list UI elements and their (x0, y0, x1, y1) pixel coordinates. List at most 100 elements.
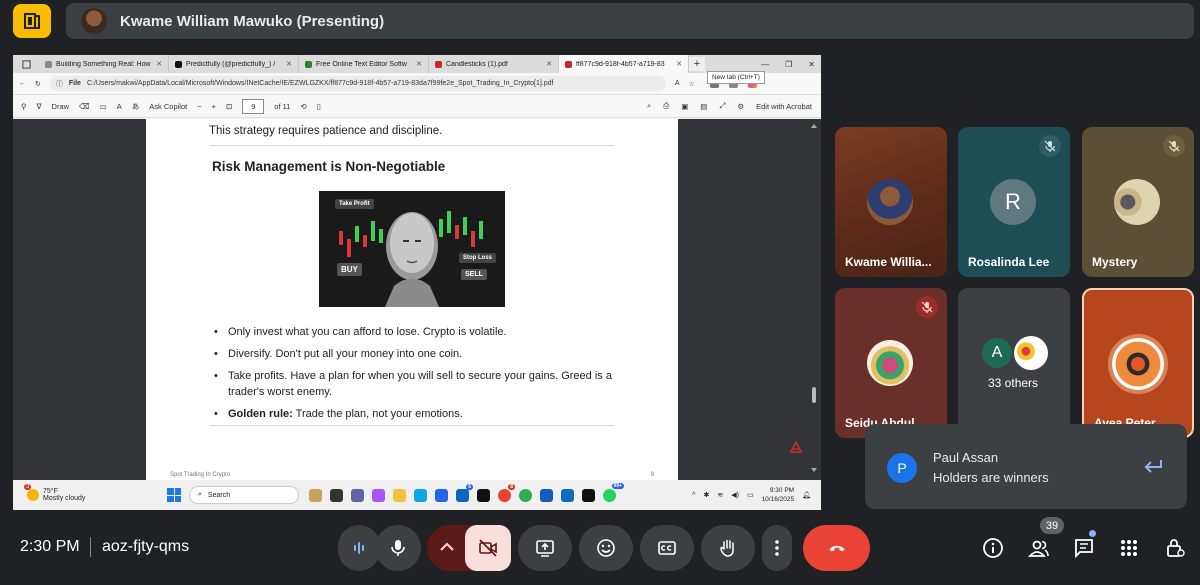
participant-tile[interactable]: Seidu Abdul... (835, 288, 947, 438)
meeting-info-icon[interactable] (978, 533, 1008, 563)
chrome-icon[interactable]: 8 (498, 483, 515, 502)
meet-logo-icon[interactable] (13, 4, 51, 38)
zoom-in-button[interactable]: + (212, 102, 216, 111)
microphone-button[interactable] (375, 525, 421, 571)
app-icon[interactable] (309, 488, 322, 502)
copilot-icon[interactable] (372, 488, 385, 502)
view-icon[interactable]: ▭ (100, 102, 107, 111)
close-tab-icon[interactable]: ✕ (676, 60, 682, 68)
divider (90, 537, 91, 557)
back-icon[interactable]: ← (19, 80, 26, 87)
expand-icon[interactable]: ⤢ (719, 101, 725, 111)
fit-page-icon[interactable]: ⊡ (226, 102, 232, 111)
windows-start-icon[interactable] (167, 488, 181, 502)
acrobat-icon[interactable] (789, 440, 803, 454)
file-explorer-icon[interactable] (393, 488, 406, 502)
participant-tile[interactable]: Mystery (1082, 127, 1194, 277)
chat-unread-dot (1089, 530, 1096, 537)
camera-options-chevron-icon[interactable] (437, 537, 457, 557)
activities-icon[interactable] (1114, 533, 1144, 563)
draw-icon[interactable]: ∇ (37, 102, 42, 111)
address-field[interactable]: ⓘ File C:/Users/makwi/AppData/Local/Micr… (49, 76, 666, 91)
volume-icon[interactable]: ◀) (731, 491, 739, 499)
present-screen-button[interactable] (518, 525, 572, 571)
tab-actions-icon[interactable] (13, 55, 39, 73)
taskbar-clock[interactable]: 9:30 PM 10/16/2025 (762, 486, 795, 504)
maximize-icon[interactable]: ❐ (785, 60, 792, 69)
participant-tile[interactable]: Kwame Willia... (835, 127, 947, 277)
favorite-star-icon[interactable]: ☆ (689, 80, 695, 88)
close-tab-icon[interactable]: ✕ (546, 60, 552, 68)
pdf-viewer[interactable]: This strategy requires patience and disc… (13, 119, 821, 480)
tray-chevron-icon[interactable]: ^ (692, 492, 695, 499)
participant-avatar: R (990, 179, 1036, 225)
participant-tile-speaking[interactable]: Ayea Peter (1082, 288, 1194, 438)
host-controls-lock-icon[interactable] (1160, 533, 1190, 563)
browser-tab-active[interactable]: ff877c9d-918f-4b57-a719-83 ✕ (559, 55, 689, 73)
chat-icon[interactable] (1069, 533, 1099, 563)
reply-icon[interactable] (1142, 458, 1166, 476)
reload-icon[interactable]: ↻ (35, 80, 41, 88)
edge-icon[interactable] (414, 488, 427, 502)
print-icon[interactable]: ⎙ (663, 101, 669, 111)
zoom-out-button[interactable]: − (197, 102, 201, 111)
more-options-button[interactable] (762, 525, 792, 571)
task-view-icon[interactable] (330, 488, 343, 502)
browser-tab[interactable]: Building Something Real: How ✕ (39, 55, 169, 73)
save-as-icon[interactable]: ▤ (700, 102, 707, 111)
scrollbar[interactable] (810, 123, 818, 473)
meeting-code[interactable]: aoz-fjty-qms (102, 538, 189, 556)
close-tab-icon[interactable]: ✕ (156, 60, 162, 68)
notifications-bell-icon[interactable]: 🔔︎ (802, 491, 811, 499)
rotate-icon[interactable]: ⟲ (300, 102, 306, 111)
filter-icon[interactable]: ⚲ (21, 102, 27, 111)
app-icon[interactable] (351, 488, 364, 502)
leave-call-button[interactable] (803, 525, 870, 571)
battery-icon[interactable]: ▭ (747, 491, 754, 499)
eraser-icon[interactable]: ⌫ (79, 102, 90, 111)
chrome-icon[interactable] (519, 488, 532, 502)
people-icon[interactable] (1024, 533, 1054, 563)
wifi-icon[interactable]: ≋ (717, 491, 723, 499)
presenter-bar[interactable]: Kwame William Mawuko (Presenting) (66, 3, 1194, 39)
weather-condition: Mostly cloudy (43, 495, 86, 502)
read-aloud-icon[interactable]: A (117, 102, 122, 111)
read-aloud-icon[interactable]: A (675, 80, 680, 87)
outlook-icon[interactable] (561, 488, 574, 502)
new-tab-button[interactable]: + (689, 57, 705, 71)
edit-with-acrobat-button[interactable]: Edit with Acrobat (756, 102, 812, 111)
translate-icon[interactable]: あ (132, 101, 140, 112)
app-icon[interactable] (477, 488, 490, 502)
weather-widget[interactable]: 3 75°F Mostly cloudy (24, 484, 167, 502)
close-tab-icon[interactable]: ✕ (286, 60, 292, 68)
word-icon[interactable] (540, 488, 553, 502)
close-tab-icon[interactable]: ✕ (416, 60, 422, 68)
browser-tab[interactable]: Free Online Text Editor Softw ✕ (299, 55, 429, 73)
minimize-icon[interactable]: — (761, 60, 769, 69)
whatsapp-icon[interactable]: 99+ (603, 482, 624, 502)
audio-level-button[interactable] (338, 525, 380, 571)
captions-button[interactable] (640, 525, 694, 571)
taskbar-search[interactable]: ⌕ Search (189, 486, 299, 504)
raise-hand-button[interactable] (701, 525, 755, 571)
draw-button[interactable]: Draw (52, 102, 70, 111)
bluetooth-icon[interactable]: ✱ (703, 491, 709, 499)
page-number-input[interactable]: 9 (242, 98, 265, 114)
search-icon[interactable]: ⌕ (647, 101, 651, 111)
window-controls: — ❐ ✕ (761, 55, 815, 73)
chat-notification[interactable]: P Paul Assan Holders are winners (865, 424, 1187, 509)
linkedin-icon[interactable]: 6 (456, 483, 473, 502)
participant-tile[interactable]: R Rosalinda Lee (958, 127, 1070, 277)
emoji-reaction-button[interactable] (579, 525, 633, 571)
browser-tab[interactable]: Predictfully (@predictfully_) / ✕ (169, 55, 299, 73)
ask-copilot-button[interactable]: Ask Copilot (149, 102, 187, 111)
participant-tile-others[interactable]: A 33 others (958, 288, 1070, 438)
browser-tab[interactable]: Candlesticks (1).pdf ✕ (429, 55, 559, 73)
tradingview-icon[interactable] (582, 488, 595, 502)
close-window-icon[interactable]: ✕ (808, 60, 815, 69)
store-icon[interactable] (435, 488, 448, 502)
page-view-icon[interactable]: ▯ (317, 102, 321, 111)
settings-icon[interactable]: ⚙ (737, 102, 744, 111)
save-icon[interactable]: ▣ (681, 102, 688, 111)
camera-off-button[interactable] (465, 525, 511, 571)
